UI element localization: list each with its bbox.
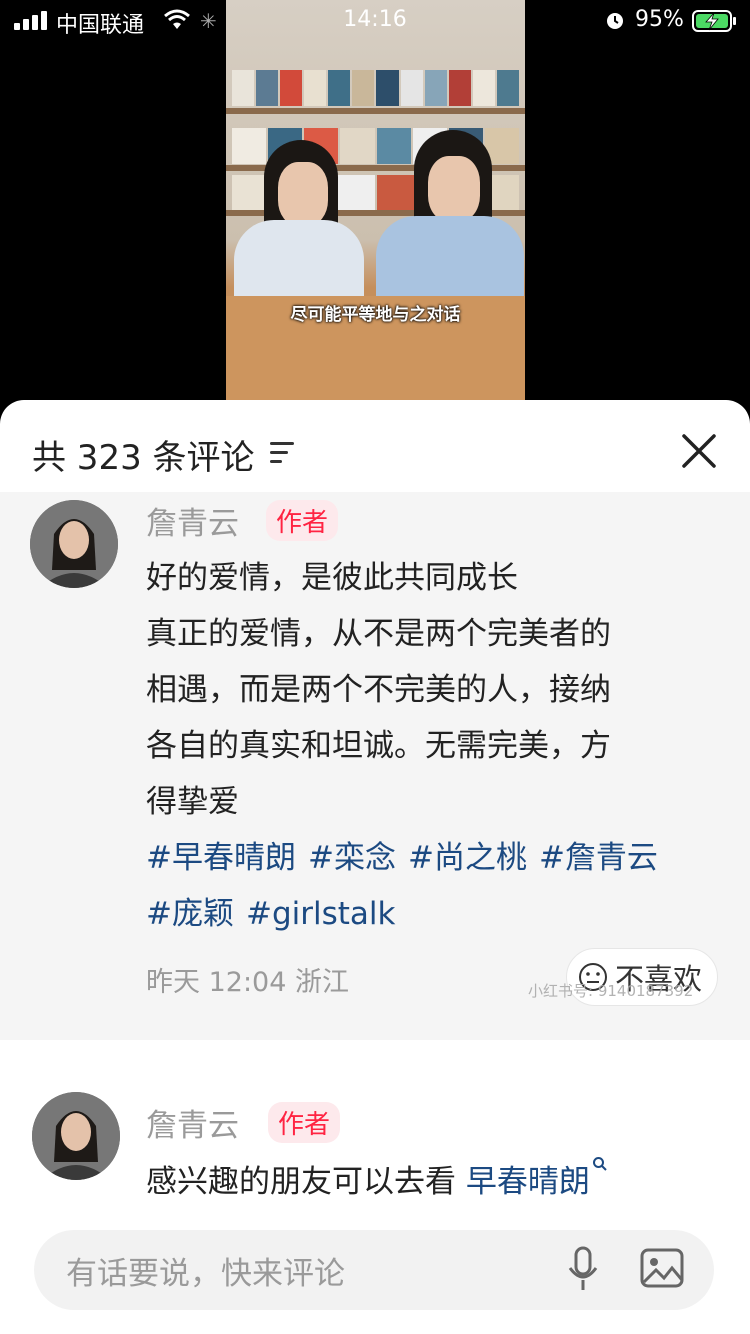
author-badge: 作者 bbox=[268, 1102, 341, 1143]
comment-meta: 昨天 12:04 浙江 bbox=[146, 967, 349, 998]
comment-username[interactable]: 詹青云 bbox=[146, 1100, 239, 1145]
search-icon bbox=[592, 1157, 607, 1171]
avatar[interactable] bbox=[30, 500, 118, 588]
comments-header: 共 323 条评论 bbox=[0, 400, 750, 500]
comment-username[interactable]: 詹青云 bbox=[146, 498, 239, 543]
hashtag-link[interactable]: #早春晴朗 bbox=[146, 840, 296, 876]
video-subtitle: 尽可能平等地与之对话 bbox=[290, 305, 461, 325]
comment-text: 感兴趣的朋友可以去看 早春晴朗 bbox=[146, 1156, 608, 1201]
hashtag-link[interactable]: #尚之桃 bbox=[408, 840, 527, 876]
bookshelf bbox=[232, 70, 519, 106]
search-link[interactable]: 早春晴朗 bbox=[466, 1164, 590, 1200]
hashtag-link[interactable]: #girlstalk bbox=[246, 896, 396, 932]
status-bar: 中国联通 ✳ 14:16 95% bbox=[0, 0, 750, 42]
microphone-icon[interactable] bbox=[566, 1244, 600, 1296]
comment-input-placeholder: 有话要说，快来评论 bbox=[66, 1256, 345, 1292]
video-player[interactable]: 尽可能平等地与之对话 bbox=[226, 0, 525, 400]
watermark: 小红书号: 9140187392 bbox=[528, 982, 694, 1000]
comments-sheet: 共 323 条评论 詹青云 作者 好的爱情，是彼此共同成长 真正的爱情，从不是两… bbox=[0, 400, 750, 1334]
presenter-right bbox=[376, 130, 524, 300]
avatar[interactable] bbox=[32, 1092, 120, 1180]
battery-charging-icon bbox=[692, 10, 736, 32]
comments-count-title: 共 323 条评论 bbox=[32, 438, 255, 478]
presenter-left bbox=[234, 140, 364, 300]
author-badge: 作者 bbox=[266, 500, 339, 541]
hashtag-list: #早春晴朗 #栾念 #尚之桃 #詹青云 #庞颖 #girlstalk bbox=[146, 830, 726, 942]
comment-input[interactable]: 有话要说，快来评论 bbox=[34, 1230, 714, 1310]
hashtag-link[interactable]: #庞颖 bbox=[146, 896, 234, 932]
alarm-icon bbox=[607, 13, 623, 29]
close-icon[interactable] bbox=[680, 432, 718, 470]
comment-item[interactable]: 詹青云 作者 好的爱情，是彼此共同成长 真正的爱情，从不是两个完美者的 相遇，而… bbox=[0, 492, 750, 1040]
battery-percent: 95% bbox=[635, 7, 684, 32]
hashtag-link[interactable]: #詹青云 bbox=[539, 840, 658, 876]
image-icon[interactable] bbox=[638, 1244, 686, 1292]
sort-filter-icon[interactable] bbox=[268, 440, 298, 466]
hashtag-link[interactable]: #栾念 bbox=[308, 840, 396, 876]
comment-text: 好的爱情，是彼此共同成长 真正的爱情，从不是两个完美者的 相遇，而是两个不完美的… bbox=[146, 560, 611, 820]
